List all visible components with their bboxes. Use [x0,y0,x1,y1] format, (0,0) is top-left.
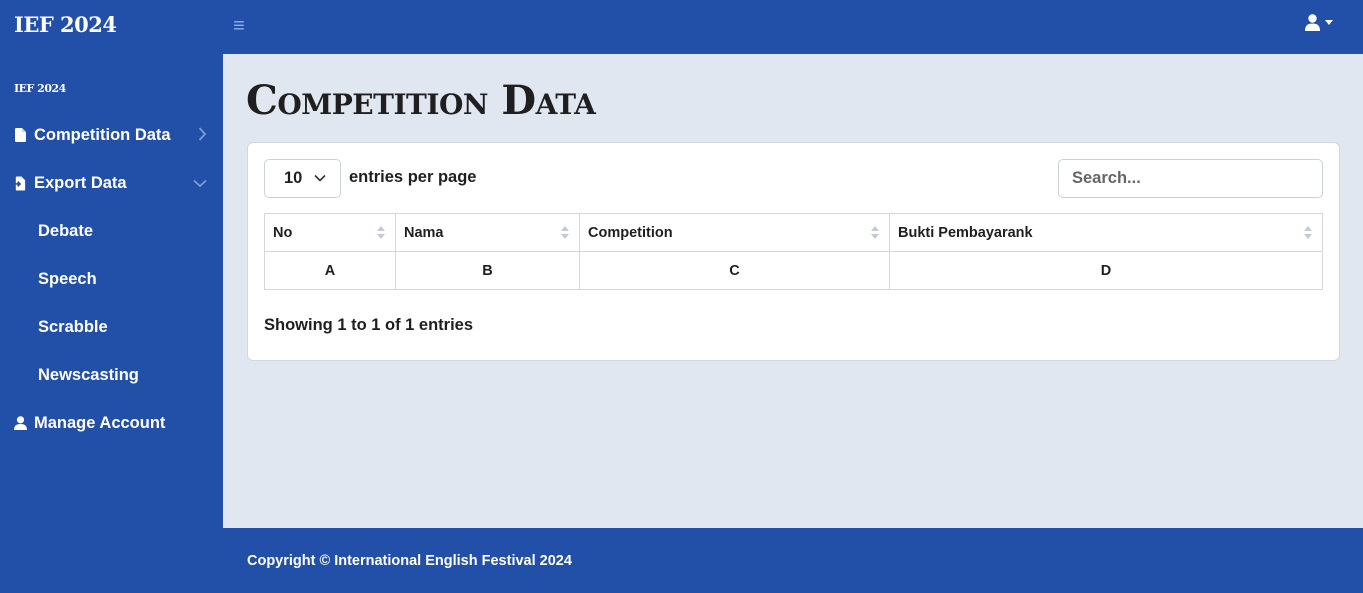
sidebar-sub-debate[interactable]: Debate [38,216,93,246]
user-menu[interactable] [1305,14,1333,31]
sort-icon [871,226,879,239]
sidebar: IEF 2024 Competition Data Export Data De… [0,54,223,593]
table-row: A B C D [264,251,1323,290]
column-header-bukti-pembayaran[interactable]: Bukti Pembayarank [889,213,1323,252]
table-cell: A [264,251,396,290]
column-header-no[interactable]: No [264,213,396,252]
file-export-icon [13,175,27,191]
sidebar-item-manage-account[interactable]: Manage Account [0,405,223,441]
file-icon [13,127,27,143]
sidebar-item-label: Export Data [34,173,127,192]
entries-per-page-select[interactable]: 10 [264,159,341,198]
sort-icon [561,226,569,239]
chevron-down-icon [314,174,326,182]
sidebar-sub-speech[interactable]: Speech [38,264,97,294]
column-header-competition[interactable]: Competition [579,213,890,252]
search-input[interactable] [1058,159,1323,198]
data-table-card: 10 entries per page No Nama Competition … [247,142,1340,361]
entries-per-page-label: entries per page [349,168,477,186]
sort-icon [1304,226,1312,239]
user-icon [1305,14,1320,31]
sidebar-sub-newscasting[interactable]: Newscasting [38,360,139,390]
sidebar-item-export-data[interactable]: Export Data [0,165,223,201]
sidebar-toggle-icon[interactable]: ≡ [229,15,249,37]
sidebar-heading: IEF 2024 [14,82,66,95]
sidebar-item-label: Manage Account [34,413,166,432]
column-header-nama[interactable]: Nama [395,213,580,252]
caret-down-icon [1325,20,1333,25]
table-cell: C [579,251,890,290]
sort-icon [377,226,385,239]
sidebar-item-label: Competition Data [34,125,171,144]
table-info: Showing 1 to 1 of 1 entries [264,316,474,334]
chevron-right-icon [198,127,207,141]
table-cell: B [395,251,580,290]
table-cell: D [889,251,1323,290]
entries-per-page-value: 10 [284,169,303,187]
brand-logo[interactable]: IEF 2024 [14,12,117,37]
sidebar-sub-scrabble[interactable]: Scrabble [38,312,108,342]
chevron-down-icon [193,179,207,188]
competition-table: No Nama Competition Bukti Pembayarank A … [264,213,1323,290]
page-title: Competition Data [246,77,596,124]
copyright-text: Copyright © International English Festiv… [247,553,572,569]
top-navbar: IEF 2024 ≡ [0,0,1363,54]
sidebar-item-competition-data[interactable]: Competition Data [0,117,223,153]
footer: Copyright © International English Festiv… [223,528,1363,593]
user-icon [13,415,27,431]
